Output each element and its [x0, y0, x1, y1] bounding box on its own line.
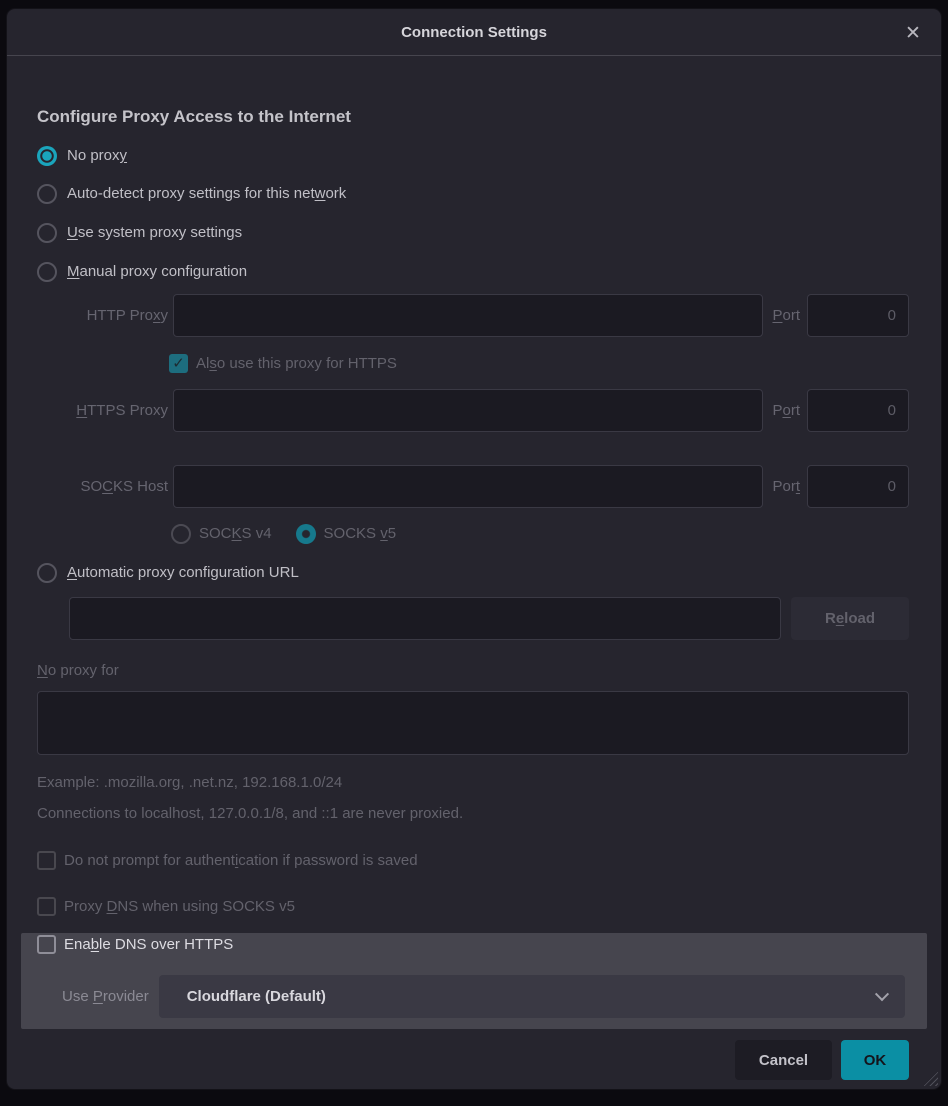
- https-proxy-label: HTTPS Proxy: [37, 402, 168, 419]
- http-proxy-label: HTTP Proxy: [37, 307, 168, 324]
- enable-doh-label: Enable DNS over HTTPS: [64, 936, 233, 953]
- proxy-dns-row[interactable]: Proxy DNS when using SOCKS v5: [37, 896, 909, 917]
- no-proxy-for-textarea[interactable]: [37, 691, 909, 755]
- dialog-content: Configure Proxy Access to the Internet N…: [7, 56, 941, 1089]
- provider-dropdown-value: Cloudflare (Default): [187, 988, 877, 1005]
- close-button[interactable]: ✕: [899, 19, 927, 47]
- checkmark-icon: ✓: [172, 356, 185, 371]
- enable-doh-row[interactable]: Enable DNS over HTTPS: [37, 933, 911, 955]
- system-proxy-label: Use system proxy settings: [67, 224, 242, 241]
- socks-v4-label: SOCKS v4: [199, 525, 272, 542]
- also-https-label: Also use this proxy for HTTPS: [196, 355, 397, 372]
- manual-proxy-radio[interactable]: [37, 262, 57, 282]
- cancel-button[interactable]: Cancel: [735, 1040, 832, 1080]
- manual-proxy-label: Manual proxy configuration: [67, 263, 247, 280]
- localhost-note-text: Connections to localhost, 127.0.0.1/8, a…: [37, 805, 909, 822]
- reload-button[interactable]: Reload: [791, 597, 909, 640]
- no-proxy-radio[interactable]: [37, 146, 57, 166]
- system-proxy-radio[interactable]: [37, 223, 57, 243]
- socks-v5-radio[interactable]: [296, 524, 316, 544]
- socks-host-row: SOCKS Host Port: [37, 465, 909, 508]
- auto-url-input[interactable]: [69, 597, 781, 640]
- use-provider-label: Use Provider: [62, 988, 149, 1005]
- radio-row-auto-url[interactable]: Automatic proxy configuration URL: [37, 562, 909, 583]
- https-port-input[interactable]: [807, 389, 909, 432]
- radio-row-no-proxy[interactable]: No proxy: [37, 145, 909, 166]
- ok-button[interactable]: OK: [841, 1040, 909, 1080]
- section-heading: Configure Proxy Access to the Internet: [37, 107, 909, 127]
- socks-v5-label: SOCKS v5: [324, 525, 397, 542]
- socks-port-input[interactable]: [807, 465, 909, 508]
- no-prompt-auth-checkbox[interactable]: [37, 851, 56, 870]
- proxy-dns-label: Proxy DNS when using SOCKS v5: [64, 898, 295, 915]
- radio-row-manual-proxy[interactable]: Manual proxy configuration: [37, 261, 909, 282]
- no-proxy-for-label: No proxy for: [37, 660, 909, 681]
- close-icon: ✕: [905, 22, 921, 44]
- radio-row-system-proxy[interactable]: Use system proxy settings: [37, 222, 909, 243]
- no-prompt-auth-row[interactable]: Do not prompt for authentication if pass…: [37, 850, 909, 871]
- http-port-input[interactable]: [807, 294, 909, 337]
- provider-dropdown[interactable]: Cloudflare (Default): [159, 975, 905, 1018]
- auto-url-radio[interactable]: [37, 563, 57, 583]
- auto-detect-radio[interactable]: [37, 184, 57, 204]
- proxy-dns-checkbox[interactable]: [37, 897, 56, 916]
- socks-host-input[interactable]: [173, 465, 763, 508]
- no-proxy-label: No proxy: [67, 147, 127, 164]
- socks-port-label: Port: [772, 478, 800, 495]
- socks-v4-radio[interactable]: [171, 524, 191, 544]
- socks-version-row: SOCKS v4 SOCKS v5: [171, 523, 909, 544]
- no-proxy-example-text: Example: .mozilla.org, .net.nz, 192.168.…: [37, 774, 909, 791]
- provider-row: Use Provider Cloudflare (Default): [37, 975, 911, 1018]
- socks-host-label: SOCKS Host: [37, 478, 168, 495]
- no-prompt-auth-label: Do not prompt for authentication if pass…: [64, 852, 418, 869]
- https-proxy-input[interactable]: [173, 389, 763, 432]
- also-https-row[interactable]: ✓ Also use this proxy for HTTPS: [169, 353, 909, 374]
- connection-settings-dialog: Connection Settings ✕ Configure Proxy Ac…: [6, 8, 942, 1090]
- auto-detect-label: Auto-detect proxy settings for this netw…: [67, 185, 346, 202]
- http-proxy-row: HTTP Proxy Port: [37, 294, 909, 337]
- enable-doh-checkbox[interactable]: [37, 935, 56, 954]
- auto-url-label: Automatic proxy configuration URL: [67, 564, 299, 581]
- https-port-label: Port: [772, 402, 800, 419]
- dns-over-https-section: Enable DNS over HTTPS Use Provider Cloud…: [21, 933, 927, 1029]
- also-https-checkbox[interactable]: ✓: [169, 354, 188, 373]
- auto-url-input-row: Reload: [69, 597, 909, 640]
- dialog-title: Connection Settings: [401, 24, 547, 41]
- radio-row-auto-detect[interactable]: Auto-detect proxy settings for this netw…: [37, 183, 909, 204]
- chevron-down-icon: [875, 987, 889, 1001]
- dialog-titlebar: Connection Settings ✕: [7, 9, 941, 56]
- http-port-label: Port: [772, 307, 800, 324]
- http-proxy-input[interactable]: [173, 294, 763, 337]
- https-proxy-row: HTTPS Proxy Port: [37, 389, 909, 432]
- dialog-footer: Cancel OK: [37, 1040, 909, 1080]
